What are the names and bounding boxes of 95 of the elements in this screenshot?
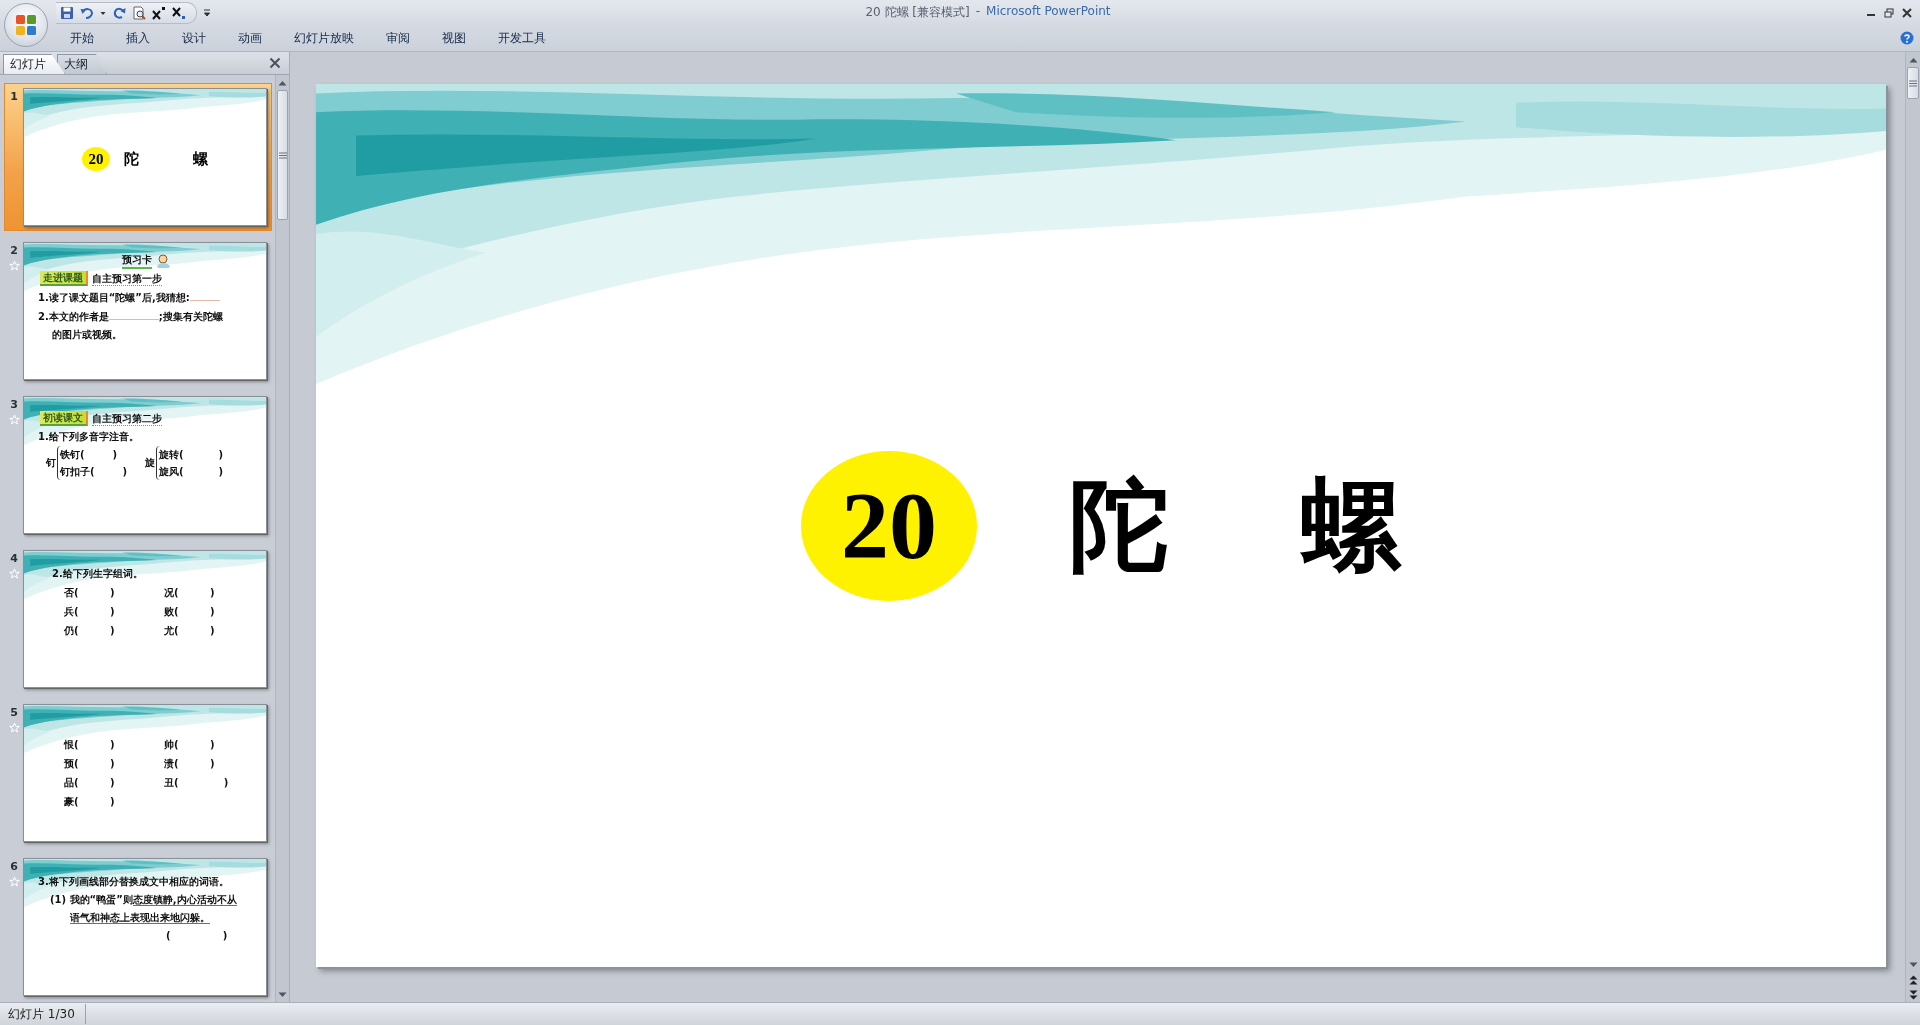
save-icon[interactable]	[60, 5, 74, 20]
section-note: 自主预习第二步	[92, 413, 162, 426]
scroll-up-icon[interactable]	[1908, 56, 1918, 63]
answer-item: 帅( )	[164, 738, 216, 752]
panel-tab[interactable]: 幻灯片	[3, 54, 65, 74]
answer-item: 溃( )	[164, 757, 216, 771]
answer-item: 败( )	[164, 605, 216, 619]
answer-item: 豪( )	[64, 795, 116, 809]
answer-item: 仍( )	[64, 624, 116, 638]
superscript-icon[interactable]	[152, 5, 166, 20]
star-icon	[8, 414, 20, 425]
question-text: 2.本文的作者是	[38, 310, 109, 324]
question-text: ;搜集有关陀螺	[158, 310, 223, 324]
question-text: 3.将下列画线部分替换成文中相应的词语。	[38, 875, 230, 889]
slide-list-item[interactable]: 2 预习卡 走进课题 自主预习第一步 1.读了课文题目“陀螺”后,我猜想: 2.本文的作者是 ;搜集有关陀螺 的图片或视频。	[4, 237, 272, 385]
redo-icon[interactable]	[112, 5, 126, 20]
ribbon-tab[interactable]: 插入	[112, 25, 164, 51]
ribbon-tab[interactable]: 开发工具	[484, 25, 560, 51]
subscript-icon[interactable]	[172, 5, 186, 20]
scroll-down-icon[interactable]	[278, 991, 287, 998]
ribbon-tab[interactable]: 开始	[56, 25, 108, 51]
underlined-text: 语气和神态上表现出来地闪躲。	[70, 912, 210, 924]
question-text: 2.给下列生字组词。	[51, 567, 144, 581]
slide-number: 2	[10, 244, 18, 257]
slide-list-item[interactable]: 1 20 陀 螺	[4, 83, 272, 231]
slide-list-item[interactable]: 5 恨( ) 帅( ) 预( ) 溃( ) 品( ) 丑( ) 豪( )	[4, 699, 272, 847]
ribbon-tab[interactable]: 设计	[168, 25, 220, 51]
answer-item: 否( )	[64, 586, 116, 600]
polyphone-character: 旋	[145, 456, 155, 470]
grip-icon	[278, 151, 287, 159]
scroll-down-icon[interactable]	[1908, 961, 1918, 968]
underlined-text: 态度镇静,内心活动不从	[132, 894, 237, 906]
answer-item: 钉扣子( )	[60, 465, 127, 479]
answer-item: 铁钉( )	[60, 448, 118, 462]
answer-item: 况( )	[164, 586, 216, 600]
slide-list-item[interactable]: 4 2.给下列生字组词。 否( ) 况( ) 兵( ) 败( ) 仍( ) 尤( )	[4, 545, 272, 693]
slide-number: 5	[10, 706, 18, 719]
star-icon	[8, 568, 20, 579]
section-tag: 初读课文	[40, 411, 88, 426]
slide-list-item[interactable]: 3 初读课文 自主预习第二步 1.给下列多音字注音。 钉 铁钉( ) 钉扣子( ) 旋 旋转( ) 旋风( )	[4, 391, 272, 539]
ribbon-tab[interactable]: 幻灯片放映	[280, 25, 368, 51]
ribbon-tab[interactable]: 动画	[224, 25, 276, 51]
help-icon[interactable]	[1900, 31, 1914, 46]
slide-number: 3	[10, 398, 18, 411]
question-text: 1.给下列多音字注音。	[38, 430, 140, 444]
star-icon	[8, 260, 20, 271]
window-title: 20 陀螺 [兼容模式]	[865, 4, 970, 22]
lesson-number: 20	[82, 147, 110, 171]
section-note: 自主预习第一步	[92, 273, 162, 286]
question-text: (1) 我的“鸭蛋”则	[50, 894, 133, 905]
scrollbar-thumb[interactable]	[277, 90, 288, 220]
undo-icon[interactable]	[80, 5, 94, 20]
ribbon-tab[interactable]: 视图	[428, 25, 480, 51]
slide-number: 1	[10, 90, 18, 103]
answer-item: 旋转( )	[159, 448, 223, 462]
previous-slide-icon[interactable]	[1908, 974, 1918, 985]
answer-item: 品( )	[64, 776, 116, 790]
slide-number: 4	[10, 552, 18, 565]
answer-item: 丑( )	[164, 776, 230, 790]
print-preview-icon[interactable]	[132, 5, 146, 20]
title-character: 陀	[124, 151, 139, 167]
mascot-icon	[154, 253, 172, 269]
card-heading: 预习卡	[122, 253, 152, 269]
answer-item: ( )	[165, 929, 229, 943]
star-icon	[8, 876, 20, 887]
title-character: 陀	[1069, 475, 1169, 576]
answer-item: 尤( )	[164, 624, 216, 638]
answer-item: 兵( )	[64, 605, 116, 619]
grip-icon	[1909, 79, 1917, 87]
app-name: Microsoft PowerPoint	[986, 4, 1111, 21]
section-tag: 走进课题	[40, 271, 88, 286]
slide-list-item[interactable]: 6 3.将下列画线部分替换成文中相应的词语。 (1) 我的“鸭蛋”则态度镇静,内心活动不从 语气和神态上表现出来地闪躲。 ( )	[4, 853, 272, 1001]
next-slide-icon[interactable]	[1908, 989, 1918, 1000]
lesson-number: 20	[801, 450, 977, 601]
scrollbar-thumb[interactable]	[1907, 67, 1919, 99]
star-icon	[8, 722, 20, 733]
question-text: 1.读了课文题目“陀螺”后,我猜想:	[38, 291, 190, 305]
logo-icon	[14, 13, 38, 37]
slide-indicator: 幻灯片 1/30	[0, 1004, 86, 1024]
title-separator: -	[975, 4, 981, 21]
slide-number: 6	[10, 860, 18, 873]
close-icon[interactable]	[269, 57, 281, 69]
ribbon-tab[interactable]: 审阅	[372, 25, 424, 51]
question-text: 的图片或视频。	[51, 328, 123, 342]
scroll-up-icon[interactable]	[278, 79, 287, 86]
answer-item: 旋风( )	[159, 465, 223, 479]
restore-icon[interactable]	[1884, 7, 1894, 18]
close-icon[interactable]	[1902, 7, 1912, 18]
title-character: 螺	[193, 151, 208, 167]
answer-item: 恨( )	[64, 738, 116, 752]
title-character: 螺	[1301, 475, 1401, 576]
office-button[interactable]	[4, 3, 48, 47]
answer-item: 预( )	[64, 757, 116, 771]
polyphone-character: 钉	[46, 456, 56, 470]
panel-tab[interactable]: 大纲	[57, 54, 107, 74]
